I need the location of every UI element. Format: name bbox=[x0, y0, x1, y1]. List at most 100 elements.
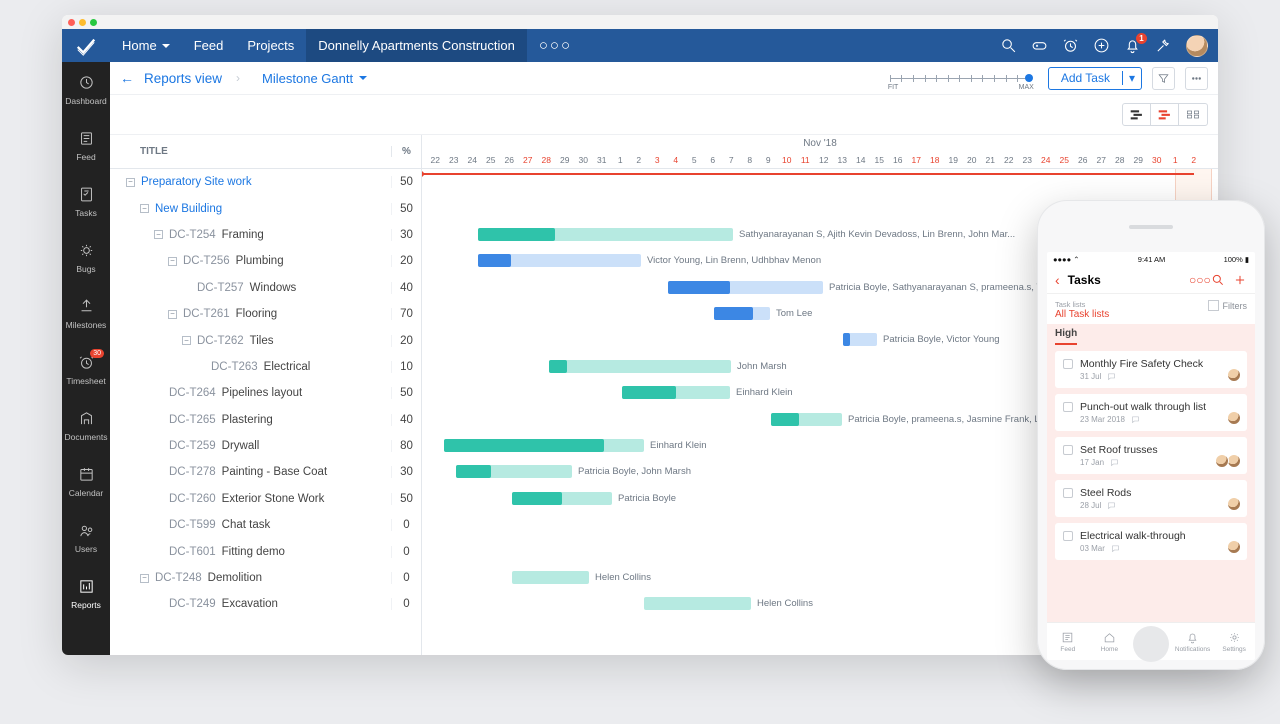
mobile-task-item[interactable]: Punch-out walk through list23 Mar 2018 bbox=[1055, 394, 1247, 431]
task-row[interactable]: DC-T263 Electrical10 bbox=[110, 354, 421, 380]
gantt-bar[interactable]: Sathyanarayanan S, Ajith Kevin Devadoss,… bbox=[478, 228, 733, 241]
user-avatar[interactable] bbox=[1186, 35, 1208, 57]
sidebar-item-feed[interactable]: Feed bbox=[62, 118, 110, 174]
tree-toggle-icon[interactable]: − bbox=[182, 336, 191, 345]
view-selector[interactable]: Milestone Gantt bbox=[262, 71, 367, 86]
tree-toggle-icon[interactable]: − bbox=[140, 574, 149, 583]
mobile-tab-home[interactable]: Home bbox=[1089, 623, 1131, 660]
mobile-task-checkbox[interactable] bbox=[1063, 359, 1073, 369]
zoom-min-label: FIT bbox=[888, 84, 899, 91]
gantt-bar[interactable]: Helen Collins bbox=[644, 597, 751, 610]
sidebar-item-milestones[interactable]: Milestones bbox=[62, 286, 110, 342]
sidebar-item-dashboard[interactable]: Dashboard bbox=[62, 62, 110, 118]
mobile-back-icon[interactable]: ‹ bbox=[1055, 272, 1060, 288]
gamepad-icon[interactable] bbox=[1031, 37, 1048, 54]
mobile-task-checkbox[interactable] bbox=[1063, 488, 1073, 498]
task-row[interactable]: − New Building50 bbox=[110, 195, 421, 221]
view-toggle bbox=[1122, 103, 1208, 126]
sidebar-item-reports[interactable]: Reports bbox=[62, 566, 110, 622]
mobile-tab-settings[interactable]: Settings bbox=[1213, 623, 1255, 660]
task-row[interactable]: DC-T257 Windows40 bbox=[110, 275, 421, 301]
nav-home[interactable]: Home bbox=[110, 29, 182, 62]
mobile-task-checkbox[interactable] bbox=[1063, 531, 1073, 541]
view-mode-grid[interactable] bbox=[1179, 104, 1207, 125]
mobile-tab-projects[interactable]: Projects bbox=[1130, 623, 1172, 660]
breadcrumb[interactable]: Reports view bbox=[144, 71, 222, 86]
task-row[interactable]: − DC-T248 Demolition0 bbox=[110, 565, 421, 591]
gantt-bar[interactable]: Patricia Boyle, Victor Young bbox=[843, 333, 877, 346]
tools-icon[interactable] bbox=[1155, 37, 1172, 54]
gantt-bar[interactable]: Victor Young, Lin Brenn, Udhbhav Menon bbox=[478, 254, 641, 267]
sidebar-item-documents[interactable]: Documents bbox=[62, 398, 110, 454]
task-row[interactable]: − DC-T262 Tiles20 bbox=[110, 327, 421, 353]
plus-circle-icon[interactable] bbox=[1093, 37, 1110, 54]
tree-toggle-icon[interactable]: − bbox=[126, 178, 135, 187]
tree-toggle-icon[interactable]: − bbox=[168, 310, 177, 319]
gantt-bar[interactable]: Patricia Boyle, Sathyanarayanan S, prame… bbox=[668, 281, 823, 294]
window-minimize-icon[interactable] bbox=[79, 19, 86, 26]
gantt-bar[interactable]: Helen Collins bbox=[512, 571, 589, 584]
add-task-button[interactable]: Add Task ▾ bbox=[1048, 67, 1142, 90]
mobile-tasklists-value[interactable]: All Task lists bbox=[1055, 309, 1109, 320]
window-close-icon[interactable] bbox=[68, 19, 75, 26]
task-row[interactable]: DC-T259 Drywall80 bbox=[110, 433, 421, 459]
view-mode-compact[interactable] bbox=[1123, 104, 1151, 125]
mobile-search-icon[interactable] bbox=[1211, 273, 1225, 287]
zoom-handle[interactable] bbox=[1025, 74, 1033, 82]
add-task-dropdown[interactable]: ▾ bbox=[1122, 71, 1141, 85]
nav-projects[interactable]: Projects bbox=[235, 29, 306, 62]
mobile-task-item[interactable]: Set Roof trusses17 Jan bbox=[1055, 437, 1247, 474]
mobile-more-icon[interactable]: ○○○ bbox=[1189, 273, 1203, 287]
sidebar-badge: 30 bbox=[90, 349, 104, 358]
tree-toggle-icon[interactable]: − bbox=[154, 230, 163, 239]
mobile-tab-feed[interactable]: Feed bbox=[1047, 623, 1089, 660]
zoom-max-label: MAX bbox=[1019, 84, 1034, 91]
gantt-bar[interactable]: Einhard Klein bbox=[622, 386, 730, 399]
task-row[interactable]: − DC-T261 Flooring70 bbox=[110, 301, 421, 327]
tree-toggle-icon[interactable]: − bbox=[140, 204, 149, 213]
task-row[interactable]: − DC-T256 Plumbing20 bbox=[110, 248, 421, 274]
nav-feed[interactable]: Feed bbox=[182, 29, 236, 62]
sidebar-item-calendar[interactable]: Calendar bbox=[62, 454, 110, 510]
alarm-icon[interactable] bbox=[1062, 37, 1079, 54]
gantt-bar[interactable]: Patricia Boyle, prameena.s, Jasmine Fran… bbox=[771, 413, 842, 426]
view-mode-colored[interactable] bbox=[1151, 104, 1179, 125]
sidebar-item-timesheet[interactable]: Timesheet30 bbox=[62, 342, 110, 398]
window-maximize-icon[interactable] bbox=[90, 19, 97, 26]
mobile-tab-notifications[interactable]: Notifications bbox=[1172, 623, 1214, 660]
search-icon[interactable] bbox=[1000, 37, 1017, 54]
filter-button[interactable] bbox=[1152, 67, 1175, 90]
nav-more[interactable]: ○○○ bbox=[527, 29, 584, 62]
task-row[interactable]: DC-T601 Fitting demo0 bbox=[110, 538, 421, 564]
back-arrow-icon[interactable]: ← bbox=[120, 70, 134, 86]
brand-logo[interactable] bbox=[62, 35, 110, 57]
task-row[interactable]: DC-T265 Plastering40 bbox=[110, 407, 421, 433]
mobile-task-item[interactable]: Electrical walk-through03 Mar bbox=[1055, 523, 1247, 560]
task-row[interactable]: DC-T278 Painting - Base Coat30 bbox=[110, 459, 421, 485]
mobile-filters[interactable]: Filters bbox=[1208, 300, 1248, 311]
mobile-task-item[interactable]: Monthly Fire Safety Check31 Jul bbox=[1055, 351, 1247, 388]
task-row[interactable]: DC-T260 Exterior Stone Work50 bbox=[110, 486, 421, 512]
gantt-bar[interactable]: Patricia Boyle bbox=[512, 492, 612, 505]
task-row[interactable]: DC-T599 Chat task0 bbox=[110, 512, 421, 538]
tree-toggle-icon[interactable]: − bbox=[168, 257, 177, 266]
zoom-slider[interactable]: FIT MAX bbox=[890, 78, 1030, 79]
sidebar-item-bugs[interactable]: Bugs bbox=[62, 230, 110, 286]
sidebar-item-users[interactable]: Users bbox=[62, 510, 110, 566]
nav-project-current[interactable]: Donnelly Apartments Construction bbox=[306, 29, 527, 62]
gantt-bar[interactable]: John Marsh bbox=[549, 360, 731, 373]
mobile-task-checkbox[interactable] bbox=[1063, 402, 1073, 412]
task-row[interactable]: DC-T264 Pipelines layout50 bbox=[110, 380, 421, 406]
task-row[interactable]: − DC-T254 Framing30 bbox=[110, 222, 421, 248]
mobile-task-checkbox[interactable] bbox=[1063, 445, 1073, 455]
gantt-bar[interactable]: Einhard Klein bbox=[444, 439, 644, 452]
more-button[interactable] bbox=[1185, 67, 1208, 90]
gantt-bar[interactable]: Tom Lee bbox=[714, 307, 770, 320]
mobile-task-item[interactable]: Steel Rods28 Jul bbox=[1055, 480, 1247, 517]
mobile-add-icon[interactable] bbox=[1233, 273, 1247, 287]
task-row[interactable]: − Preparatory Site work50 bbox=[110, 169, 421, 195]
gantt-bar[interactable]: Patricia Boyle, John Marsh bbox=[456, 465, 572, 478]
task-row[interactable]: DC-T249 Excavation0 bbox=[110, 591, 421, 617]
sidebar-item-tasks[interactable]: Tasks bbox=[62, 174, 110, 230]
bell-icon[interactable]: 1 bbox=[1124, 37, 1141, 54]
